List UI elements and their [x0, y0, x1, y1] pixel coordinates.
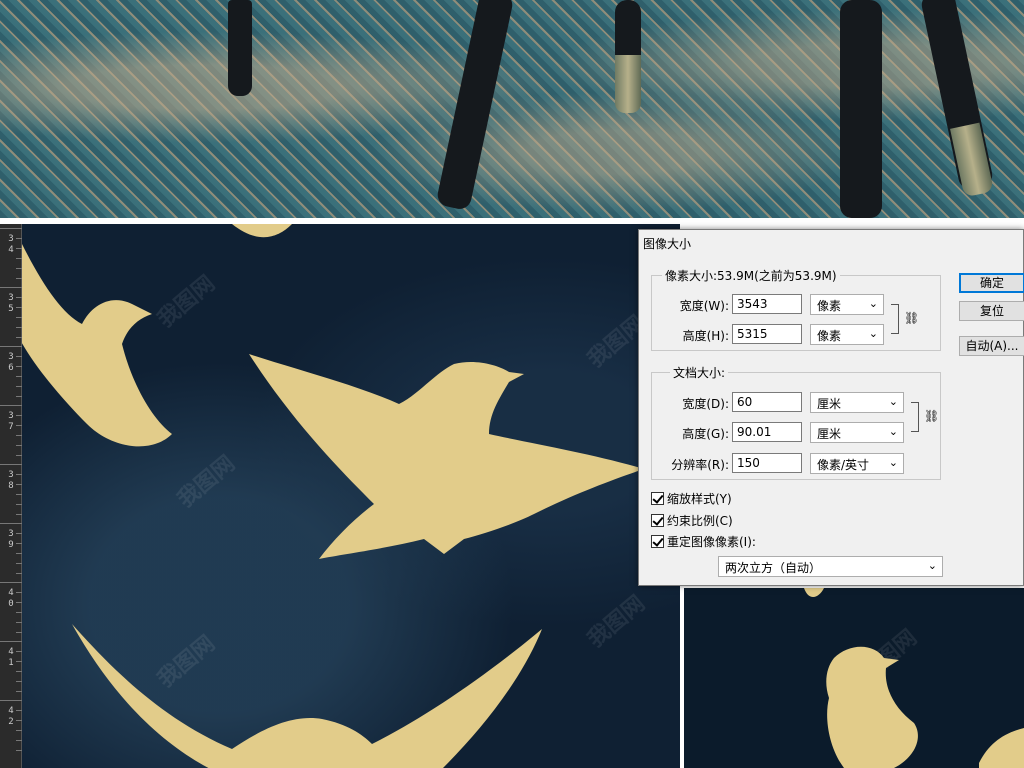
checkbox-box[interactable]	[651, 514, 664, 527]
pixel-width-unit-select[interactable]: 像素 ⌄	[810, 294, 884, 315]
pixel-height-label: 高度(H):	[682, 329, 729, 343]
ok-button[interactable]: 确定	[959, 273, 1024, 293]
doc-width-unit: 厘米	[817, 397, 842, 411]
checkbox-box[interactable]	[651, 535, 664, 548]
ruler-tick	[0, 582, 22, 583]
resample-checkbox[interactable]: 重定图像像素(I):	[651, 533, 756, 550]
ruler-label: 9	[8, 540, 14, 550]
gold-bird	[22, 244, 172, 447]
pixel-width-label: 宽度(W):	[679, 299, 729, 313]
resample-method-select[interactable]: 两次立方（自动） ⌄	[718, 556, 943, 577]
scale-styles-label: 缩放样式(Y)	[667, 492, 732, 506]
resolution-input[interactable]	[732, 453, 802, 473]
vertical-ruler[interactable]: 343536373839404142	[0, 224, 22, 768]
pixel-height-input[interactable]	[732, 324, 802, 344]
chevron-down-icon: ⌄	[868, 327, 878, 340]
gold-bird	[804, 588, 824, 598]
chevron-down-icon: ⌄	[927, 559, 937, 572]
constrain-proportions-label: 约束比例(C)	[667, 514, 733, 528]
checkbox-box[interactable]	[651, 492, 664, 505]
doc-width-unit-select[interactable]: 厘米 ⌄	[810, 392, 904, 413]
doc-width-input[interactable]	[732, 392, 802, 412]
pixel-link-bracket	[891, 304, 899, 334]
gold-bird	[249, 354, 644, 559]
ruler-label: 7	[8, 422, 14, 432]
doc-height-label: 高度(G):	[682, 427, 729, 441]
ruler-label: 6	[8, 363, 14, 373]
chevron-down-icon: ⌄	[888, 456, 898, 469]
ruler-label: 0	[8, 599, 14, 609]
pixel-height-unit-select[interactable]: 像素 ⌄	[810, 324, 884, 345]
ruler-label: 1	[8, 658, 14, 668]
pixel-width-input[interactable]	[732, 294, 802, 314]
auto-button[interactable]: 自动(A)...	[959, 336, 1024, 356]
dialog-title: 图像大小	[643, 237, 692, 251]
resample-label: 重定图像像素(I):	[667, 535, 756, 549]
doc-height-unit-select[interactable]: 厘米 ⌄	[810, 422, 904, 443]
ruler-label: 3	[8, 411, 14, 421]
ruler-tick	[0, 287, 22, 288]
chair-leg	[435, 0, 515, 212]
pixel-width-unit: 像素	[817, 299, 842, 313]
ruler-label: 3	[8, 529, 14, 539]
ruler-label: 8	[8, 481, 14, 491]
ruler-tick	[0, 228, 22, 229]
gold-bird	[72, 624, 542, 768]
ruler-tick	[0, 464, 22, 465]
resolution-label: 分辨率(R):	[671, 458, 729, 472]
chevron-down-icon: ⌄	[888, 425, 898, 438]
chain-link-icon: ⛓	[904, 311, 920, 325]
reset-button[interactable]: 复位	[959, 301, 1024, 321]
resolution-unit: 像素/英寸	[817, 458, 870, 472]
ruler-label: 3	[8, 470, 14, 480]
chair-leg-cap	[615, 55, 641, 113]
doc-height-unit: 厘米	[817, 427, 842, 441]
document-size-legend: 文档大小:	[670, 364, 729, 381]
ruler-tick	[0, 405, 22, 406]
chevron-down-icon: ⌄	[888, 395, 898, 408]
doc-width-label: 宽度(D):	[682, 397, 729, 411]
ruler-label: 4	[8, 706, 14, 716]
carpet-photo	[0, 0, 1024, 218]
scale-styles-checkbox[interactable]: 缩放样式(Y)	[651, 490, 732, 507]
chain-link-icon: ⛓	[924, 409, 940, 423]
gold-bird	[979, 728, 1024, 768]
doc-height-input[interactable]	[732, 422, 802, 442]
ruler-label: 3	[8, 293, 14, 303]
chair-leg	[228, 0, 252, 96]
resample-method: 两次立方（自动）	[725, 561, 822, 575]
pixel-dimensions-legend: 像素大小:53.9M(之前为53.9M)	[662, 267, 840, 284]
ruler-tick	[0, 700, 22, 701]
doc-link-bracket	[911, 402, 919, 432]
resolution-unit-select[interactable]: 像素/英寸 ⌄	[810, 453, 904, 474]
image-size-dialog[interactable]: 图像大小 像素大小:53.9M(之前为53.9M) 宽度(W): 像素 ⌄ 高度…	[638, 229, 1024, 586]
ruler-label: 5	[8, 304, 14, 314]
ruler-label: 4	[8, 588, 14, 598]
chair-leg	[840, 0, 882, 218]
canvas-left[interactable]: 我图网 我图网 我图网 我图网 我图网	[22, 224, 680, 768]
chevron-down-icon: ⌄	[868, 297, 878, 310]
ruler-label: 4	[8, 245, 14, 255]
canvas-right[interactable]: 我图网	[684, 588, 1024, 768]
chair-leg-cap	[950, 122, 994, 198]
pixel-height-unit: 像素	[817, 329, 842, 343]
gold-bird	[232, 224, 292, 238]
ruler-label: 3	[8, 234, 14, 244]
ruler-tick	[0, 523, 22, 524]
ruler-label: 2	[8, 717, 14, 727]
gold-bird	[826, 646, 918, 768]
ruler-label: 3	[8, 352, 14, 362]
constrain-proportions-checkbox[interactable]: 约束比例(C)	[651, 512, 733, 529]
ruler-tick	[0, 346, 22, 347]
ruler-tick	[0, 641, 22, 642]
ruler-label: 4	[8, 647, 14, 657]
